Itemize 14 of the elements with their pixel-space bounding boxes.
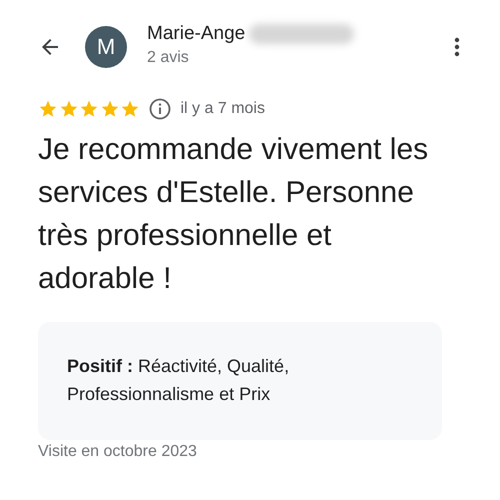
visit-date: Visite en octobre 2023	[38, 443, 198, 461]
star-icon	[58, 99, 78, 119]
reviewer-name: Marie-Ange	[147, 23, 246, 45]
review-count: 2 avis	[147, 49, 190, 67]
star-icon	[120, 99, 140, 119]
info-icon[interactable]	[148, 98, 170, 120]
review-text: Je recommande vivement les services d'Estelle. Personne très professionnelle et adorable !	[38, 132, 430, 297]
more-options-icon[interactable]	[454, 37, 460, 57]
star-icon	[79, 99, 99, 119]
avatar: M	[85, 26, 127, 68]
highlights-text: Positif : Réactivité, Qualité, Professionnalisme et Prix	[38, 322, 442, 440]
star-icon	[100, 99, 120, 119]
star-icon	[38, 99, 58, 119]
review-time: il y a 7 mois	[180, 100, 265, 118]
